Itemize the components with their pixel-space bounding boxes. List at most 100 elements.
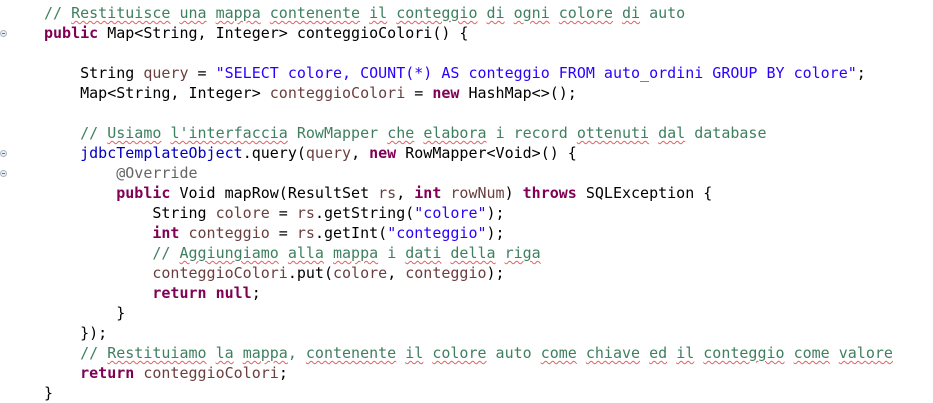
code-line[interactable]: return null;: [44, 283, 933, 303]
code-line[interactable]: String query = "SELECT colore, COUNT(*) …: [44, 63, 933, 83]
code-token: //: [44, 4, 72, 22]
code-token: .getInt(: [314, 224, 388, 242]
code-token: ,: [351, 144, 370, 162]
code-token: dal: [658, 124, 686, 142]
code-token: ogni: [513, 4, 550, 22]
code-line[interactable]: });: [44, 323, 933, 343]
fold-collapse-icon[interactable]: [0, 30, 7, 37]
code-token: conteggioColori: [269, 84, 406, 102]
code-token: }: [116, 304, 126, 322]
code-token: query: [305, 144, 352, 162]
code-line[interactable]: // Restituiamo la mappa, contenente il c…: [44, 343, 933, 363]
code-token: RowMapper: [287, 124, 388, 142]
code-line[interactable]: }: [44, 383, 933, 403]
code-token: della: [450, 244, 496, 262]
code-line[interactable]: @Override: [44, 163, 933, 183]
code-line[interactable]: Map<String, Integer> conteggioColori = n…: [44, 83, 933, 103]
code-token: di: [486, 4, 505, 22]
fold-collapse-icon[interactable]: [0, 150, 7, 157]
code-token: //: [152, 244, 180, 262]
code-token: conteggio: [703, 344, 785, 362]
code-token: "SELECT colore, COUNT(*) AS conteggio FR…: [215, 64, 857, 82]
code-token: ): [504, 184, 523, 202]
code-token: auto: [649, 4, 686, 22]
code-token: .getString(: [314, 204, 415, 222]
code-token: rs: [378, 184, 397, 202]
code-token: rs: [296, 224, 315, 242]
code-token: il: [369, 4, 388, 22]
code-token: );: [486, 204, 505, 222]
code-line[interactable]: int conteggio = rs.getInt("conteggio");: [44, 223, 933, 243]
code-token: .query(: [242, 144, 306, 162]
code-line[interactable]: return conteggioColori;: [44, 363, 933, 383]
code-token: conteggio: [188, 224, 270, 242]
code-token: ed: [649, 344, 668, 362]
code-token: "conteggio": [387, 224, 487, 242]
code-line[interactable]: [44, 103, 933, 123]
code-token: int: [152, 224, 180, 242]
code-token: che: [387, 124, 415, 142]
code-token: elabora: [423, 124, 487, 142]
code-token: mappa: [215, 4, 261, 22]
code-token: }: [44, 384, 54, 402]
code-token: colore: [215, 204, 270, 222]
code-token: =: [188, 64, 216, 82]
code-token: valore: [838, 344, 893, 362]
code-line[interactable]: public Void mapRow(ResultSet rs, int row…: [44, 183, 933, 203]
code-token: dati: [405, 244, 442, 262]
code-token: //: [80, 344, 108, 362]
code-token: ;: [856, 64, 866, 82]
code-line[interactable]: String colore = rs.getString("colore");: [44, 203, 933, 223]
code-token: colore: [432, 344, 487, 362]
code-line[interactable]: conteggioColori.put(colore, conteggio);: [44, 263, 933, 283]
code-token: .put(: [287, 264, 333, 282]
code-area[interactable]: // Restituisce una mappa contenente il c…: [44, 3, 933, 403]
code-token: );: [486, 264, 505, 282]
code-line[interactable]: }: [44, 303, 933, 323]
code-token: =: [405, 84, 433, 102]
code-token: contenente: [305, 344, 397, 362]
code-line[interactable]: jdbcTemplateObject.query(query, new RowM…: [44, 143, 933, 163]
code-line[interactable]: // Restituisce una mappa contenente il c…: [44, 3, 933, 23]
code-token: il: [676, 344, 695, 362]
code-line[interactable]: [44, 43, 933, 63]
code-token: mappa: [333, 244, 379, 262]
code-token: l'interfaccia: [170, 124, 288, 142]
code-token: new: [432, 84, 460, 102]
code-token: alla: [287, 244, 324, 262]
code-token: =: [269, 224, 297, 242]
code-line[interactable]: // Aggiungiamo alla mappa i dati della r…: [44, 243, 933, 263]
code-token: //: [80, 124, 108, 142]
code-line[interactable]: // Usiamo l'interfaccia RowMapper che el…: [44, 123, 933, 143]
code-token: query: [143, 64, 189, 82]
code-token: ,: [396, 184, 415, 202]
code-token: rs: [296, 204, 315, 222]
code-line[interactable]: public Map<String, Integer> conteggioCol…: [44, 23, 933, 43]
code-token: come: [540, 344, 577, 362]
fold-collapse-icon[interactable]: [0, 170, 7, 177]
code-token: Aggiungiamo: [179, 244, 279, 262]
code-editor[interactable]: // Restituisce una mappa contenente il c…: [0, 0, 933, 403]
code-token: chiave: [585, 344, 641, 362]
code-token: int: [414, 184, 442, 202]
